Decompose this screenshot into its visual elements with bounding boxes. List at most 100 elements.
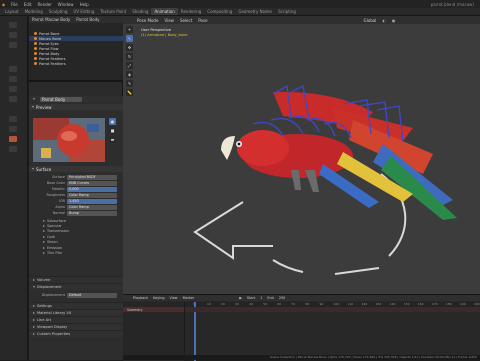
ruler-tick: 170 bbox=[431, 302, 438, 306]
data-icon[interactable] bbox=[9, 126, 17, 132]
tab-modeling[interactable]: Modeling bbox=[22, 8, 46, 15]
help-menu[interactable]: Help bbox=[80, 2, 89, 7]
edit-menu[interactable]: Edit bbox=[24, 2, 32, 7]
section-volume[interactable]: Volume bbox=[29, 276, 123, 283]
keying-menu[interactable]: Keying bbox=[153, 296, 164, 300]
chevron-down-icon bbox=[33, 286, 35, 288]
tab-animation[interactable]: Animation bbox=[151, 8, 178, 15]
render-menu[interactable]: Render bbox=[38, 2, 52, 7]
sidebar: Parrot Macaw Body Parrot Body Parrot Bon… bbox=[29, 16, 123, 360]
summary-channel[interactable]: Summary bbox=[123, 307, 184, 312]
tab-rendering[interactable]: Rendering bbox=[178, 8, 204, 15]
ruler-tick: 30 bbox=[235, 302, 239, 306]
outliner-header-a[interactable]: Parrot Macaw Body bbox=[32, 17, 70, 22]
particle-icon[interactable] bbox=[9, 86, 17, 92]
outliner-header-b[interactable]: Parrot Body bbox=[76, 17, 99, 22]
end-frame-field[interactable]: 250 bbox=[279, 296, 285, 300]
tab-compositing[interactable]: Compositing bbox=[204, 8, 235, 15]
outliner: Parrot Macaw Body Parrot Body Parrot Bon… bbox=[29, 16, 123, 82]
shading-sphere-icon[interactable]: ◐ bbox=[382, 18, 386, 23]
section-displacement[interactable]: Displacement bbox=[29, 283, 123, 290]
material-preview bbox=[33, 118, 105, 162]
ruler-tick: 180 bbox=[445, 302, 452, 306]
window-menu[interactable]: Window bbox=[58, 2, 74, 7]
chevron-right-icon bbox=[33, 312, 35, 314]
3d-viewport[interactable]: Pose Mode View Select Pose Global ◐ ● + … bbox=[123, 16, 480, 294]
mesh-icon bbox=[34, 52, 37, 55]
modifier-icon[interactable] bbox=[9, 76, 17, 82]
lower-sections: Volume Displacement Displacement Default… bbox=[29, 276, 123, 337]
section-custom-properties[interactable]: Custom Properties bbox=[29, 330, 123, 337]
section-viewport-display[interactable]: Viewport Display bbox=[29, 323, 123, 330]
viewport-header: Pose Mode View Select Pose Global ◐ ● bbox=[123, 16, 480, 24]
file-menu[interactable]: File bbox=[11, 2, 18, 7]
mode-dropdown[interactable]: Pose Mode bbox=[137, 18, 158, 23]
chevron-down-icon bbox=[32, 168, 34, 170]
view-menu[interactable]: View bbox=[164, 18, 174, 23]
blender-logo-icon[interactable]: ◆ bbox=[2, 2, 5, 7]
section-line-art[interactable]: Line Art bbox=[29, 316, 123, 323]
bone-icon bbox=[34, 32, 37, 35]
transform-orientation-dropdown[interactable]: Global bbox=[364, 18, 377, 23]
top-menu-bar: ◆ File Edit Render Window Help parrot.bl… bbox=[0, 0, 480, 8]
physics-icon[interactable] bbox=[9, 96, 17, 102]
chevron-down-icon[interactable] bbox=[33, 98, 35, 100]
constraint-icon[interactable] bbox=[9, 116, 17, 122]
parrot-model bbox=[221, 91, 457, 220]
chevron-right-icon bbox=[33, 326, 35, 328]
chevron-right-icon bbox=[33, 305, 35, 307]
view-menu[interactable]: View bbox=[170, 296, 178, 300]
section-material-library[interactable]: Material Library VX bbox=[29, 309, 123, 316]
layers-icon[interactable] bbox=[9, 42, 17, 48]
chevron-right-icon bbox=[43, 246, 45, 249]
chevron-right-icon bbox=[43, 219, 45, 222]
preview-header[interactable]: Preview bbox=[29, 104, 123, 110]
object-icon[interactable] bbox=[9, 66, 17, 72]
pose-menu[interactable]: Pose bbox=[198, 18, 207, 23]
material-icon[interactable] bbox=[9, 136, 17, 142]
tab-layout[interactable]: Layout bbox=[2, 8, 22, 15]
material-preview-image bbox=[33, 118, 105, 162]
select-menu[interactable]: Select bbox=[180, 18, 192, 23]
select-icon[interactable] bbox=[9, 32, 17, 38]
surface-header[interactable]: Surface bbox=[29, 166, 123, 172]
tab-texture-paint[interactable]: Texture Paint bbox=[97, 8, 129, 15]
ruler-tick: 100 bbox=[333, 302, 340, 306]
playback-menu[interactable]: Playback bbox=[133, 296, 148, 300]
outliner-item[interactable]: Parrot Feathers bbox=[29, 61, 123, 66]
sphere-preview-icon[interactable]: ● bbox=[109, 118, 116, 125]
chevron-right-icon bbox=[33, 319, 35, 321]
tab-geometry-nodes[interactable]: Geometry Nodes bbox=[235, 8, 275, 15]
section-settings[interactable]: Settings bbox=[29, 302, 123, 309]
shading-solid-icon[interactable]: ● bbox=[392, 18, 396, 23]
ruler-tick: 40 bbox=[249, 302, 254, 306]
subpanel-thin-film[interactable]: Thin Film bbox=[29, 250, 123, 255]
ruler-tick: 90 bbox=[319, 302, 324, 306]
plane-preview-icon[interactable]: ▬ bbox=[109, 136, 116, 143]
outliner-header: Parrot Macaw Body Parrot Body bbox=[29, 16, 123, 23]
preview-type-column: ● ■ ▬ bbox=[109, 118, 117, 145]
tab-sculpting[interactable]: Sculpting bbox=[46, 8, 71, 15]
ruler-tick: 60 bbox=[277, 302, 282, 306]
texture-icon[interactable] bbox=[9, 146, 17, 152]
timeline-channels: Summary bbox=[123, 302, 185, 361]
mesh-icon bbox=[34, 62, 37, 65]
prop-row-normal: Normal Bump bbox=[29, 210, 123, 216]
cube-preview-icon[interactable]: ■ bbox=[109, 127, 116, 134]
chevron-right-icon bbox=[43, 252, 45, 255]
start-frame-field[interactable]: 1 bbox=[260, 296, 262, 300]
view-icon[interactable] bbox=[9, 22, 17, 28]
ruler-tick: 190 bbox=[459, 302, 466, 306]
material-name-field[interactable]: Parrot Body bbox=[40, 96, 82, 102]
timeline-editor: Playback Keying View Marker ▶ Start 1 En… bbox=[123, 294, 480, 361]
tab-shading[interactable]: Shading bbox=[129, 8, 151, 15]
chevron-right-icon bbox=[43, 241, 45, 244]
tab-uv-editing[interactable]: UV Editing bbox=[71, 8, 98, 15]
play-button[interactable]: ▶ bbox=[239, 296, 242, 300]
left-tool-strip bbox=[0, 16, 28, 360]
ruler-tick: 120 bbox=[361, 302, 368, 306]
marker-menu[interactable]: Marker bbox=[183, 296, 195, 300]
summary-keyframe-track bbox=[185, 307, 480, 312]
start-frame-label: Start bbox=[246, 296, 256, 300]
tab-scripting[interactable]: Scripting bbox=[275, 8, 299, 15]
